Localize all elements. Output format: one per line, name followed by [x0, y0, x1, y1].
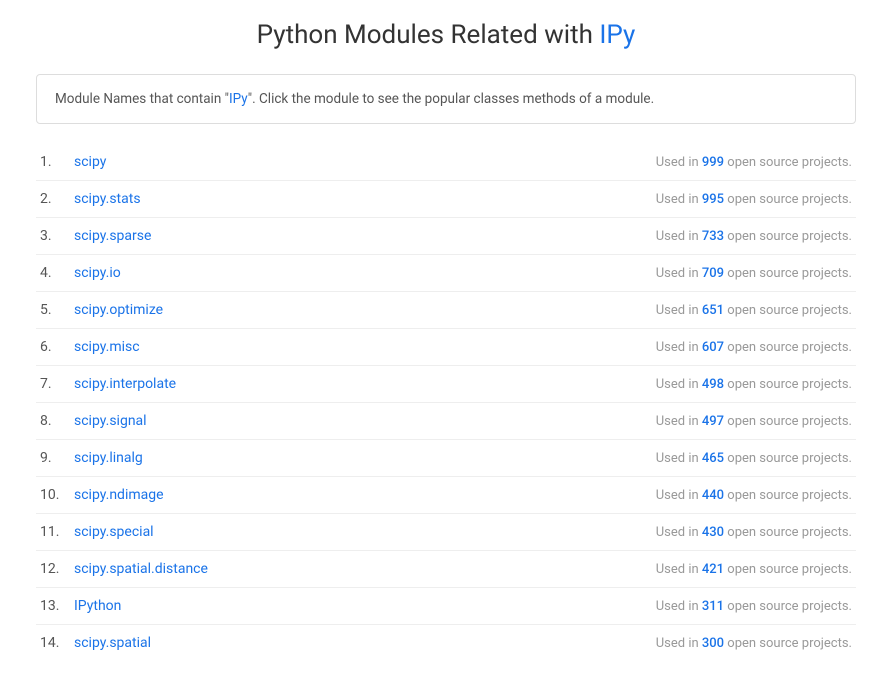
module-usage: Used in 733 open source projects. — [656, 229, 852, 244]
module-number: 6. — [40, 339, 68, 355]
module-usage: Used in 465 open source projects. — [656, 451, 852, 466]
usage-count: 607 — [702, 340, 724, 355]
title-prefix: Python Modules Related with — [257, 20, 600, 50]
module-left: 5. scipy.optimize — [40, 302, 163, 318]
module-link[interactable]: scipy.ndimage — [74, 487, 164, 503]
module-usage: Used in 995 open source projects. — [656, 192, 852, 207]
module-number: 3. — [40, 228, 68, 244]
module-number: 11. — [40, 524, 68, 540]
module-number: 1. — [40, 154, 68, 170]
module-left: 14. scipy.spatial — [40, 635, 151, 651]
list-item: 11. scipy.special Used in 430 open sourc… — [36, 514, 856, 551]
usage-count: 300 — [702, 636, 724, 651]
module-number: 2. — [40, 191, 68, 207]
module-left: 9. scipy.linalg — [40, 450, 143, 466]
module-number: 4. — [40, 265, 68, 281]
module-number: 5. — [40, 302, 68, 318]
list-item: 4. scipy.io Used in 709 open source proj… — [36, 255, 856, 292]
list-item: 5. scipy.optimize Used in 651 open sourc… — [36, 292, 856, 329]
list-item: 10. scipy.ndimage Used in 440 open sourc… — [36, 477, 856, 514]
usage-count: 995 — [702, 192, 724, 207]
usage-count: 440 — [702, 488, 724, 503]
usage-count: 465 — [702, 451, 724, 466]
module-link[interactable]: scipy — [74, 154, 106, 170]
module-left: 13. IPython — [40, 598, 121, 614]
info-text-prefix: Module Names that contain " — [55, 91, 229, 107]
list-item: 8. scipy.signal Used in 497 open source … — [36, 403, 856, 440]
module-link[interactable]: scipy.linalg — [74, 450, 143, 466]
module-left: 1. scipy — [40, 154, 106, 170]
page-title: Python Modules Related with IPy — [36, 20, 856, 50]
module-link[interactable]: scipy.spatial — [74, 635, 151, 651]
module-left: 11. scipy.special — [40, 524, 154, 540]
module-left: 4. scipy.io — [40, 265, 121, 281]
module-number: 14. — [40, 635, 68, 651]
module-usage: Used in 651 open source projects. — [656, 303, 852, 318]
module-number: 7. — [40, 376, 68, 392]
module-link[interactable]: scipy.optimize — [74, 302, 163, 318]
module-usage: Used in 430 open source projects. — [656, 525, 852, 540]
usage-count: 709 — [702, 266, 724, 281]
module-left: 7. scipy.interpolate — [40, 376, 176, 392]
list-item: 3. scipy.sparse Used in 733 open source … — [36, 218, 856, 255]
info-box: Module Names that contain "IPy". Click t… — [36, 74, 856, 124]
module-link[interactable]: scipy.interpolate — [74, 376, 176, 392]
list-item: 14. scipy.spatial Used in 300 open sourc… — [36, 625, 856, 661]
module-link[interactable]: scipy.signal — [74, 413, 147, 429]
usage-count: 498 — [702, 377, 724, 392]
list-item: 9. scipy.linalg Used in 465 open source … — [36, 440, 856, 477]
module-left: 10. scipy.ndimage — [40, 487, 164, 503]
module-usage: Used in 999 open source projects. — [656, 155, 852, 170]
usage-count: 733 — [702, 229, 724, 244]
list-item: 12. scipy.spatial.distance Used in 421 o… — [36, 551, 856, 588]
module-usage: Used in 498 open source projects. — [656, 377, 852, 392]
module-link[interactable]: scipy.io — [74, 265, 121, 281]
module-usage: Used in 311 open source projects. — [656, 599, 852, 614]
title-highlight: IPy — [599, 20, 635, 50]
module-link[interactable]: IPython — [74, 598, 121, 614]
list-item: 13. IPython Used in 311 open source proj… — [36, 588, 856, 625]
module-usage: Used in 709 open source projects. — [656, 266, 852, 281]
list-item: 7. scipy.interpolate Used in 498 open so… — [36, 366, 856, 403]
module-left: 3. scipy.sparse — [40, 228, 151, 244]
module-usage: Used in 497 open source projects. — [656, 414, 852, 429]
info-text-highlight: IPy — [229, 91, 248, 107]
module-usage: Used in 440 open source projects. — [656, 488, 852, 503]
module-link[interactable]: scipy.stats — [74, 191, 141, 207]
usage-count: 497 — [702, 414, 724, 429]
module-left: 6. scipy.misc — [40, 339, 140, 355]
module-link[interactable]: scipy.misc — [74, 339, 140, 355]
usage-count: 311 — [702, 599, 724, 614]
module-number: 9. — [40, 450, 68, 466]
module-number: 13. — [40, 598, 68, 614]
module-usage: Used in 300 open source projects. — [656, 636, 852, 651]
module-left: 2. scipy.stats — [40, 191, 141, 207]
list-item: 2. scipy.stats Used in 995 open source p… — [36, 181, 856, 218]
module-number: 10. — [40, 487, 68, 503]
module-link[interactable]: scipy.sparse — [74, 228, 151, 244]
usage-count: 651 — [702, 303, 724, 318]
module-left: 8. scipy.signal — [40, 413, 147, 429]
usage-count: 999 — [702, 155, 724, 170]
usage-count: 430 — [702, 525, 724, 540]
module-link[interactable]: scipy.special — [74, 524, 154, 540]
module-number: 8. — [40, 413, 68, 429]
module-list: 1. scipy Used in 999 open source project… — [36, 144, 856, 661]
list-item: 6. scipy.misc Used in 607 open source pr… — [36, 329, 856, 366]
list-item: 1. scipy Used in 999 open source project… — [36, 144, 856, 181]
module-usage: Used in 607 open source projects. — [656, 340, 852, 355]
info-text-suffix: ". Click the module to see the popular c… — [248, 91, 654, 107]
